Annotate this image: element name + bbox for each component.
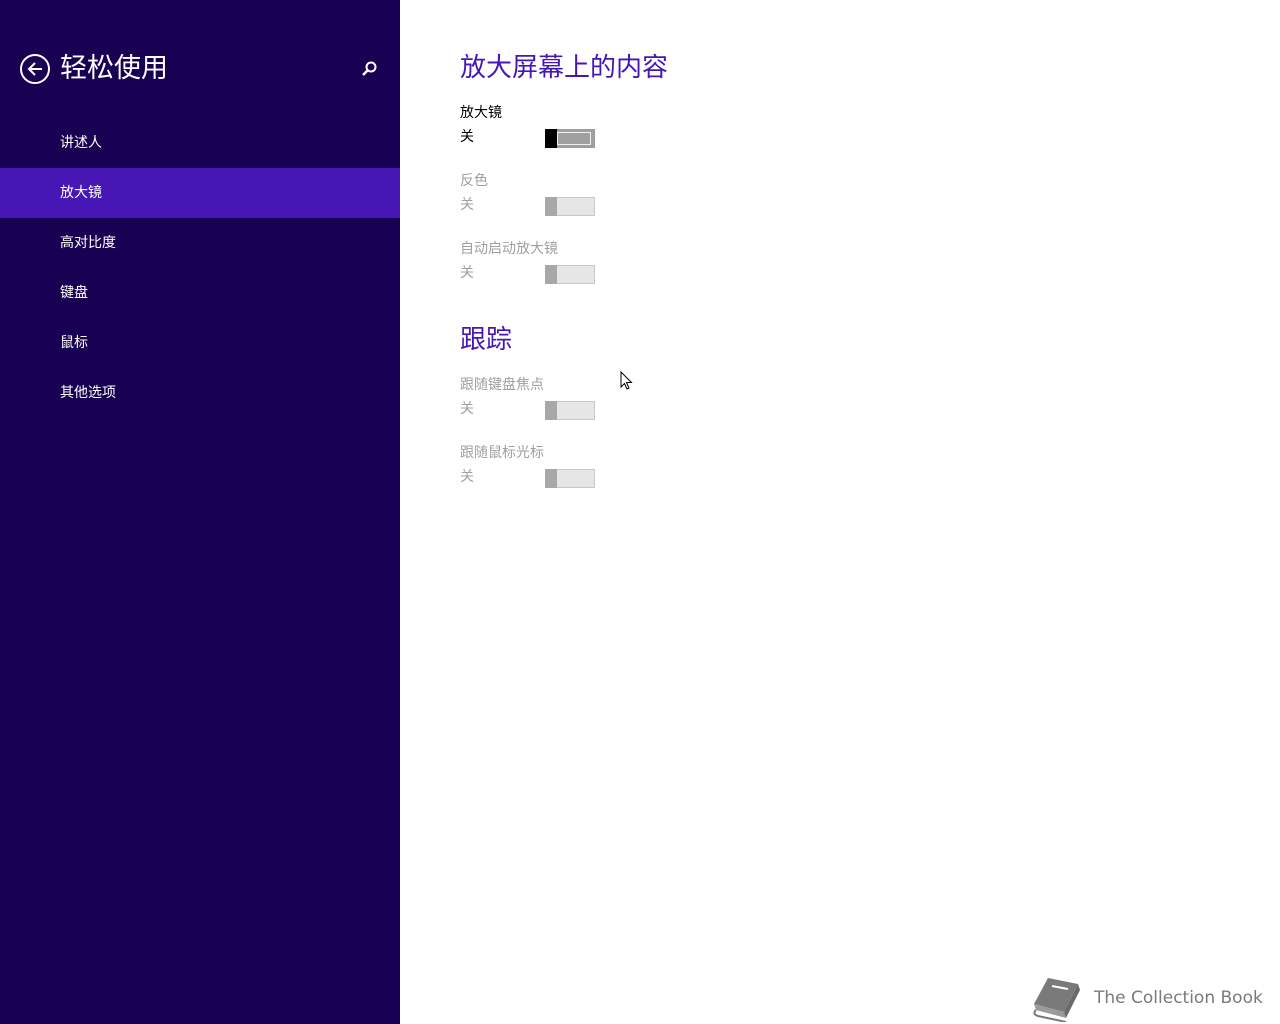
sidebar-header: 轻松使用 bbox=[20, 52, 390, 88]
setting-label: 自动启动放大镜 bbox=[460, 241, 558, 257]
main-content: 放大屏幕上的内容 放大镜 关 反色 关 自动启动放大镜 关 跟踪 跟随键盘焦点 … bbox=[400, 0, 1280, 1024]
setting-state: 关 bbox=[460, 401, 474, 417]
sidebar: 轻松使用 讲述人 放大镜 高对比度 键盘 鼠标 其他选项 bbox=[0, 0, 400, 1024]
page-title: 轻松使用 bbox=[60, 53, 168, 84]
toggle-thumb bbox=[545, 265, 557, 284]
setting-magnifier: 放大镜 关 bbox=[460, 104, 760, 164]
setting-follow-keyboard-focus: 跟随键盘焦点 关 bbox=[460, 376, 760, 436]
sidebar-item-high-contrast[interactable]: 高对比度 bbox=[0, 218, 400, 268]
magnifier-toggle[interactable] bbox=[545, 129, 595, 148]
setting-invert-colors: 反色 关 bbox=[460, 172, 760, 232]
setting-state: 关 bbox=[460, 197, 474, 213]
book-icon bbox=[1033, 978, 1080, 1023]
auto-start-magnifier-toggle[interactable] bbox=[545, 265, 595, 284]
setting-label: 跟随鼠标光标 bbox=[460, 445, 544, 461]
sidebar-item-magnifier[interactable]: 放大镜 bbox=[0, 168, 400, 218]
watermark: The Collection Book bbox=[1028, 974, 1268, 1024]
section-title-tracking: 跟踪 bbox=[460, 325, 513, 355]
sidebar-item-other-options[interactable]: 其他选项 bbox=[0, 368, 400, 418]
sidebar-nav: 讲述人 放大镜 高对比度 键盘 鼠标 其他选项 bbox=[0, 118, 400, 418]
sidebar-item-mouse[interactable]: 鼠标 bbox=[0, 318, 400, 368]
setting-state: 关 bbox=[460, 469, 474, 485]
search-button[interactable] bbox=[360, 60, 380, 80]
toggle-thumb bbox=[545, 401, 557, 420]
toggle-thumb bbox=[545, 129, 557, 148]
watermark-text: The Collection Book bbox=[1094, 988, 1263, 1008]
app-window: 轻松使用 讲述人 放大镜 高对比度 键盘 鼠标 其他选项 放大屏幕上的内容 放大… bbox=[0, 0, 1280, 1024]
follow-keyboard-focus-toggle[interactable] bbox=[545, 401, 595, 420]
section-title-magnify: 放大屏幕上的内容 bbox=[460, 53, 669, 83]
search-icon bbox=[362, 61, 377, 76]
follow-mouse-cursor-toggle[interactable] bbox=[545, 469, 595, 488]
mouse-pointer-icon bbox=[620, 371, 633, 390]
sidebar-item-narrator[interactable]: 讲述人 bbox=[0, 118, 400, 168]
sidebar-item-keyboard[interactable]: 键盘 bbox=[0, 268, 400, 318]
setting-state: 关 bbox=[460, 265, 474, 281]
back-button[interactable] bbox=[20, 54, 50, 84]
setting-state: 关 bbox=[460, 129, 474, 145]
setting-label: 放大镜 bbox=[460, 105, 502, 121]
toggle-thumb bbox=[545, 469, 557, 488]
invert-colors-toggle[interactable] bbox=[545, 197, 595, 216]
back-arrow-icon bbox=[27, 62, 42, 76]
toggle-thumb bbox=[545, 197, 557, 216]
setting-follow-mouse-cursor: 跟随鼠标光标 关 bbox=[460, 444, 760, 504]
setting-label: 跟随键盘焦点 bbox=[460, 377, 544, 393]
setting-label: 反色 bbox=[460, 173, 488, 189]
setting-auto-start-magnifier: 自动启动放大镜 关 bbox=[460, 240, 760, 300]
